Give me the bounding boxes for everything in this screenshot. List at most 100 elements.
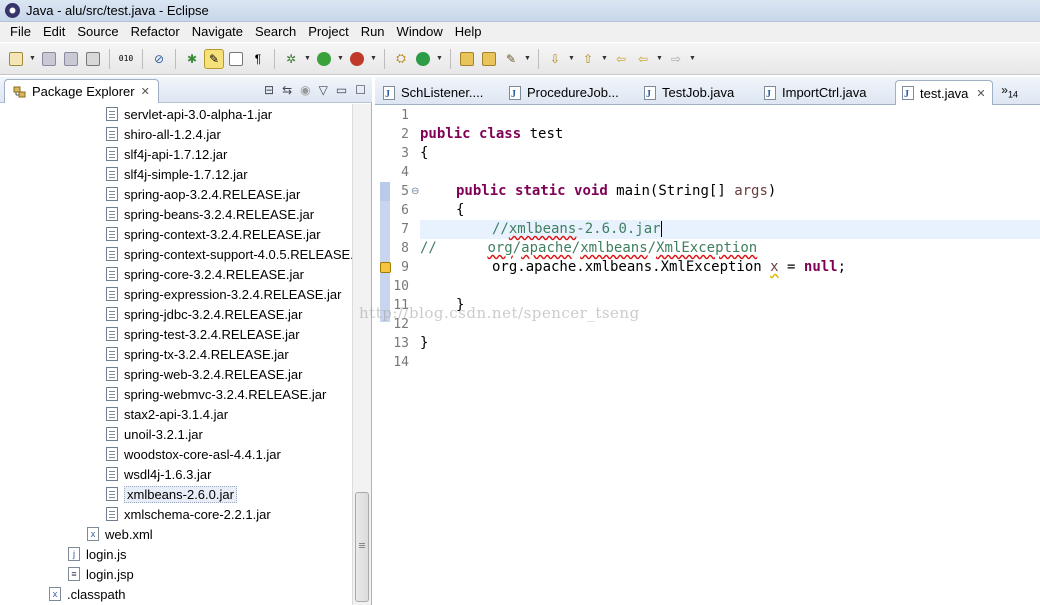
jar-icon — [106, 447, 118, 461]
tree-item-jar[interactable]: spring-context-3.2.4.RELEASE.jar — [106, 224, 321, 244]
external-tools-dropdown-icon[interactable]: ▼ — [369, 49, 378, 69]
package-tree: servlet-api-3.0-alpha-1.jar shiro-all-1.… — [0, 104, 352, 605]
scrollbar-thumb[interactable] — [355, 492, 369, 602]
new-icon[interactable] — [6, 49, 26, 69]
more-tabs-button[interactable]: »14 — [1001, 83, 1018, 99]
menu-search[interactable]: Search — [249, 22, 302, 42]
java-file-icon: J — [644, 85, 656, 100]
tab-package-explorer[interactable]: Package Explorer ✕ — [4, 79, 159, 103]
collapse-all-icon[interactable]: ⊟ — [264, 83, 274, 97]
run-dropdown-icon[interactable]: ▼ — [336, 49, 345, 69]
package-explorer-scrollbar[interactable] — [352, 104, 371, 605]
previous-annotation-icon[interactable]: ⇧ — [578, 49, 598, 69]
search-dropdown-icon[interactable]: ▼ — [523, 49, 532, 69]
focus-icon[interactable]: ◉ — [300, 83, 310, 97]
tab-schlistener[interactable]: J SchListener.... — [377, 80, 502, 105]
tree-item-jar-selected[interactable]: xmlbeans-2.6.0.jar — [106, 484, 237, 504]
menu-file[interactable]: File — [4, 22, 37, 42]
open-type-icon[interactable]: ✱ — [182, 49, 202, 69]
block-selection-icon[interactable] — [226, 49, 246, 69]
jar-icon — [106, 227, 118, 241]
tree-item-jar[interactable]: spring-tx-3.2.4.RELEASE.jar — [106, 344, 289, 364]
back-icon[interactable]: ⇦ — [633, 49, 653, 69]
code-editor[interactable]: public class test { public static void m… — [420, 106, 1040, 605]
close-icon[interactable]: ✕ — [141, 85, 150, 98]
open-type-folder-icon[interactable] — [457, 49, 477, 69]
forward-icon[interactable]: ⇨ — [666, 49, 686, 69]
save-icon[interactable] — [39, 49, 59, 69]
save-all-icon[interactable] — [61, 49, 81, 69]
next-annotation-icon[interactable]: ⇩ — [545, 49, 565, 69]
menu-project[interactable]: Project — [302, 22, 354, 42]
java-file-icon: J — [509, 85, 521, 100]
menu-window[interactable]: Window — [391, 22, 449, 42]
tree-item-classpath[interactable]: x .classpath — [49, 584, 126, 604]
tree-item-jar[interactable]: spring-test-3.2.4.RELEASE.jar — [106, 324, 300, 344]
menu-refactor[interactable]: Refactor — [125, 22, 186, 42]
toggle-mark-occurrences-icon[interactable]: ✎ — [204, 48, 224, 69]
tree-item-jar[interactable]: spring-webmvc-3.2.4.RELEASE.jar — [106, 384, 326, 404]
next-annotation-dropdown-icon[interactable]: ▼ — [567, 49, 576, 69]
jar-icon — [106, 307, 118, 321]
binary-icon[interactable]: 010 — [116, 49, 136, 69]
tree-item-jar[interactable]: shiro-all-1.2.4.jar — [106, 124, 221, 144]
open-folder-icon[interactable] — [479, 49, 499, 69]
close-icon[interactable]: ✕ — [976, 87, 985, 100]
maximize-icon[interactable]: ☐ — [355, 83, 366, 97]
forward-dropdown-icon[interactable]: ▼ — [688, 49, 697, 69]
tree-item-jar[interactable]: wsdl4j-1.6.3.jar — [106, 464, 211, 484]
jar-icon — [106, 187, 118, 201]
external-tools-icon[interactable] — [347, 49, 367, 69]
jar-icon — [106, 427, 118, 441]
menu-help[interactable]: Help — [449, 22, 488, 42]
tree-item-jar[interactable]: slf4j-api-1.7.12.jar — [106, 144, 227, 164]
tree-item-web-xml[interactable]: x web.xml — [87, 524, 153, 544]
tree-item-jar[interactable]: xmlschema-core-2.2.1.jar — [106, 504, 271, 524]
tree-item-jar[interactable]: spring-context-support-4.0.5.RELEASE.j — [106, 244, 352, 264]
link-with-editor-icon[interactable]: ⇆ — [282, 83, 292, 97]
view-menu-icon[interactable]: ▽ — [319, 83, 328, 97]
tab-test-java[interactable]: J test.java ✕ — [895, 80, 993, 105]
tree-item-jar[interactable]: spring-core-3.2.4.RELEASE.jar — [106, 264, 304, 284]
tree-item-login-js[interactable]: j login.js — [68, 544, 126, 564]
tree-item-jar[interactable]: servlet-api-3.0-alpha-1.jar — [106, 104, 272, 124]
tree-item-jar[interactable]: spring-aop-3.2.4.RELEASE.jar — [106, 184, 300, 204]
code-line: public static void main(String[] args) — [456, 183, 777, 199]
print-icon[interactable] — [83, 49, 103, 69]
title-bar: Java - alu/src/test.java - Eclipse — [0, 0, 1040, 22]
tab-testjob[interactable]: J TestJob.java — [638, 80, 748, 105]
svg-text:J: J — [385, 89, 390, 100]
debug-dropdown-icon[interactable]: ▼ — [303, 49, 312, 69]
tree-item-jar[interactable]: spring-jdbc-3.2.4.RELEASE.jar — [106, 304, 302, 324]
menu-run[interactable]: Run — [355, 22, 391, 42]
tab-procedurejob[interactable]: J ProcedureJob... — [503, 80, 631, 105]
eclipse-icon — [5, 3, 20, 18]
fold-collapse-icon[interactable]: ⊖ — [411, 186, 419, 197]
last-edit-location-icon[interactable]: ⇦ — [611, 49, 631, 69]
new-class-icon[interactable] — [413, 49, 433, 69]
skip-breakpoints-icon[interactable]: ⊘ — [149, 49, 169, 69]
menu-source[interactable]: Source — [71, 22, 124, 42]
tree-item-login-jsp[interactable]: ≡ login.jsp — [68, 564, 134, 584]
tree-item-jar[interactable]: spring-beans-3.2.4.RELEASE.jar — [106, 204, 314, 224]
menu-edit[interactable]: Edit — [37, 22, 71, 42]
tree-item-jar[interactable]: slf4j-simple-1.7.12.jar — [106, 164, 248, 184]
previous-annotation-dropdown-icon[interactable]: ▼ — [600, 49, 609, 69]
tree-item-jar[interactable]: unoil-3.2.1.jar — [106, 424, 203, 444]
tree-item-jar[interactable]: spring-expression-3.2.4.RELEASE.jar — [106, 284, 342, 304]
tab-importctrl[interactable]: J ImportCtrl.java — [758, 80, 882, 105]
debug-icon[interactable]: ✲ — [281, 49, 301, 69]
warning-icon[interactable] — [380, 262, 391, 273]
new-dropdown-icon[interactable]: ▼ — [28, 49, 37, 69]
back-dropdown-icon[interactable]: ▼ — [655, 49, 664, 69]
new-java-project-icon[interactable]: ⛭ — [391, 49, 411, 69]
tree-item-jar[interactable]: woodstox-core-asl-4.4.1.jar — [106, 444, 281, 464]
run-icon[interactable] — [314, 49, 334, 69]
search-icon[interactable]: ✎ — [501, 49, 521, 69]
menu-navigate[interactable]: Navigate — [186, 22, 249, 42]
show-whitespace-icon[interactable]: ¶ — [248, 49, 268, 69]
tree-item-jar[interactable]: stax2-api-3.1.4.jar — [106, 404, 228, 424]
new-class-dropdown-icon[interactable]: ▼ — [435, 49, 444, 69]
tree-item-jar[interactable]: spring-web-3.2.4.RELEASE.jar — [106, 364, 302, 384]
minimize-icon[interactable]: ▭ — [336, 83, 347, 97]
